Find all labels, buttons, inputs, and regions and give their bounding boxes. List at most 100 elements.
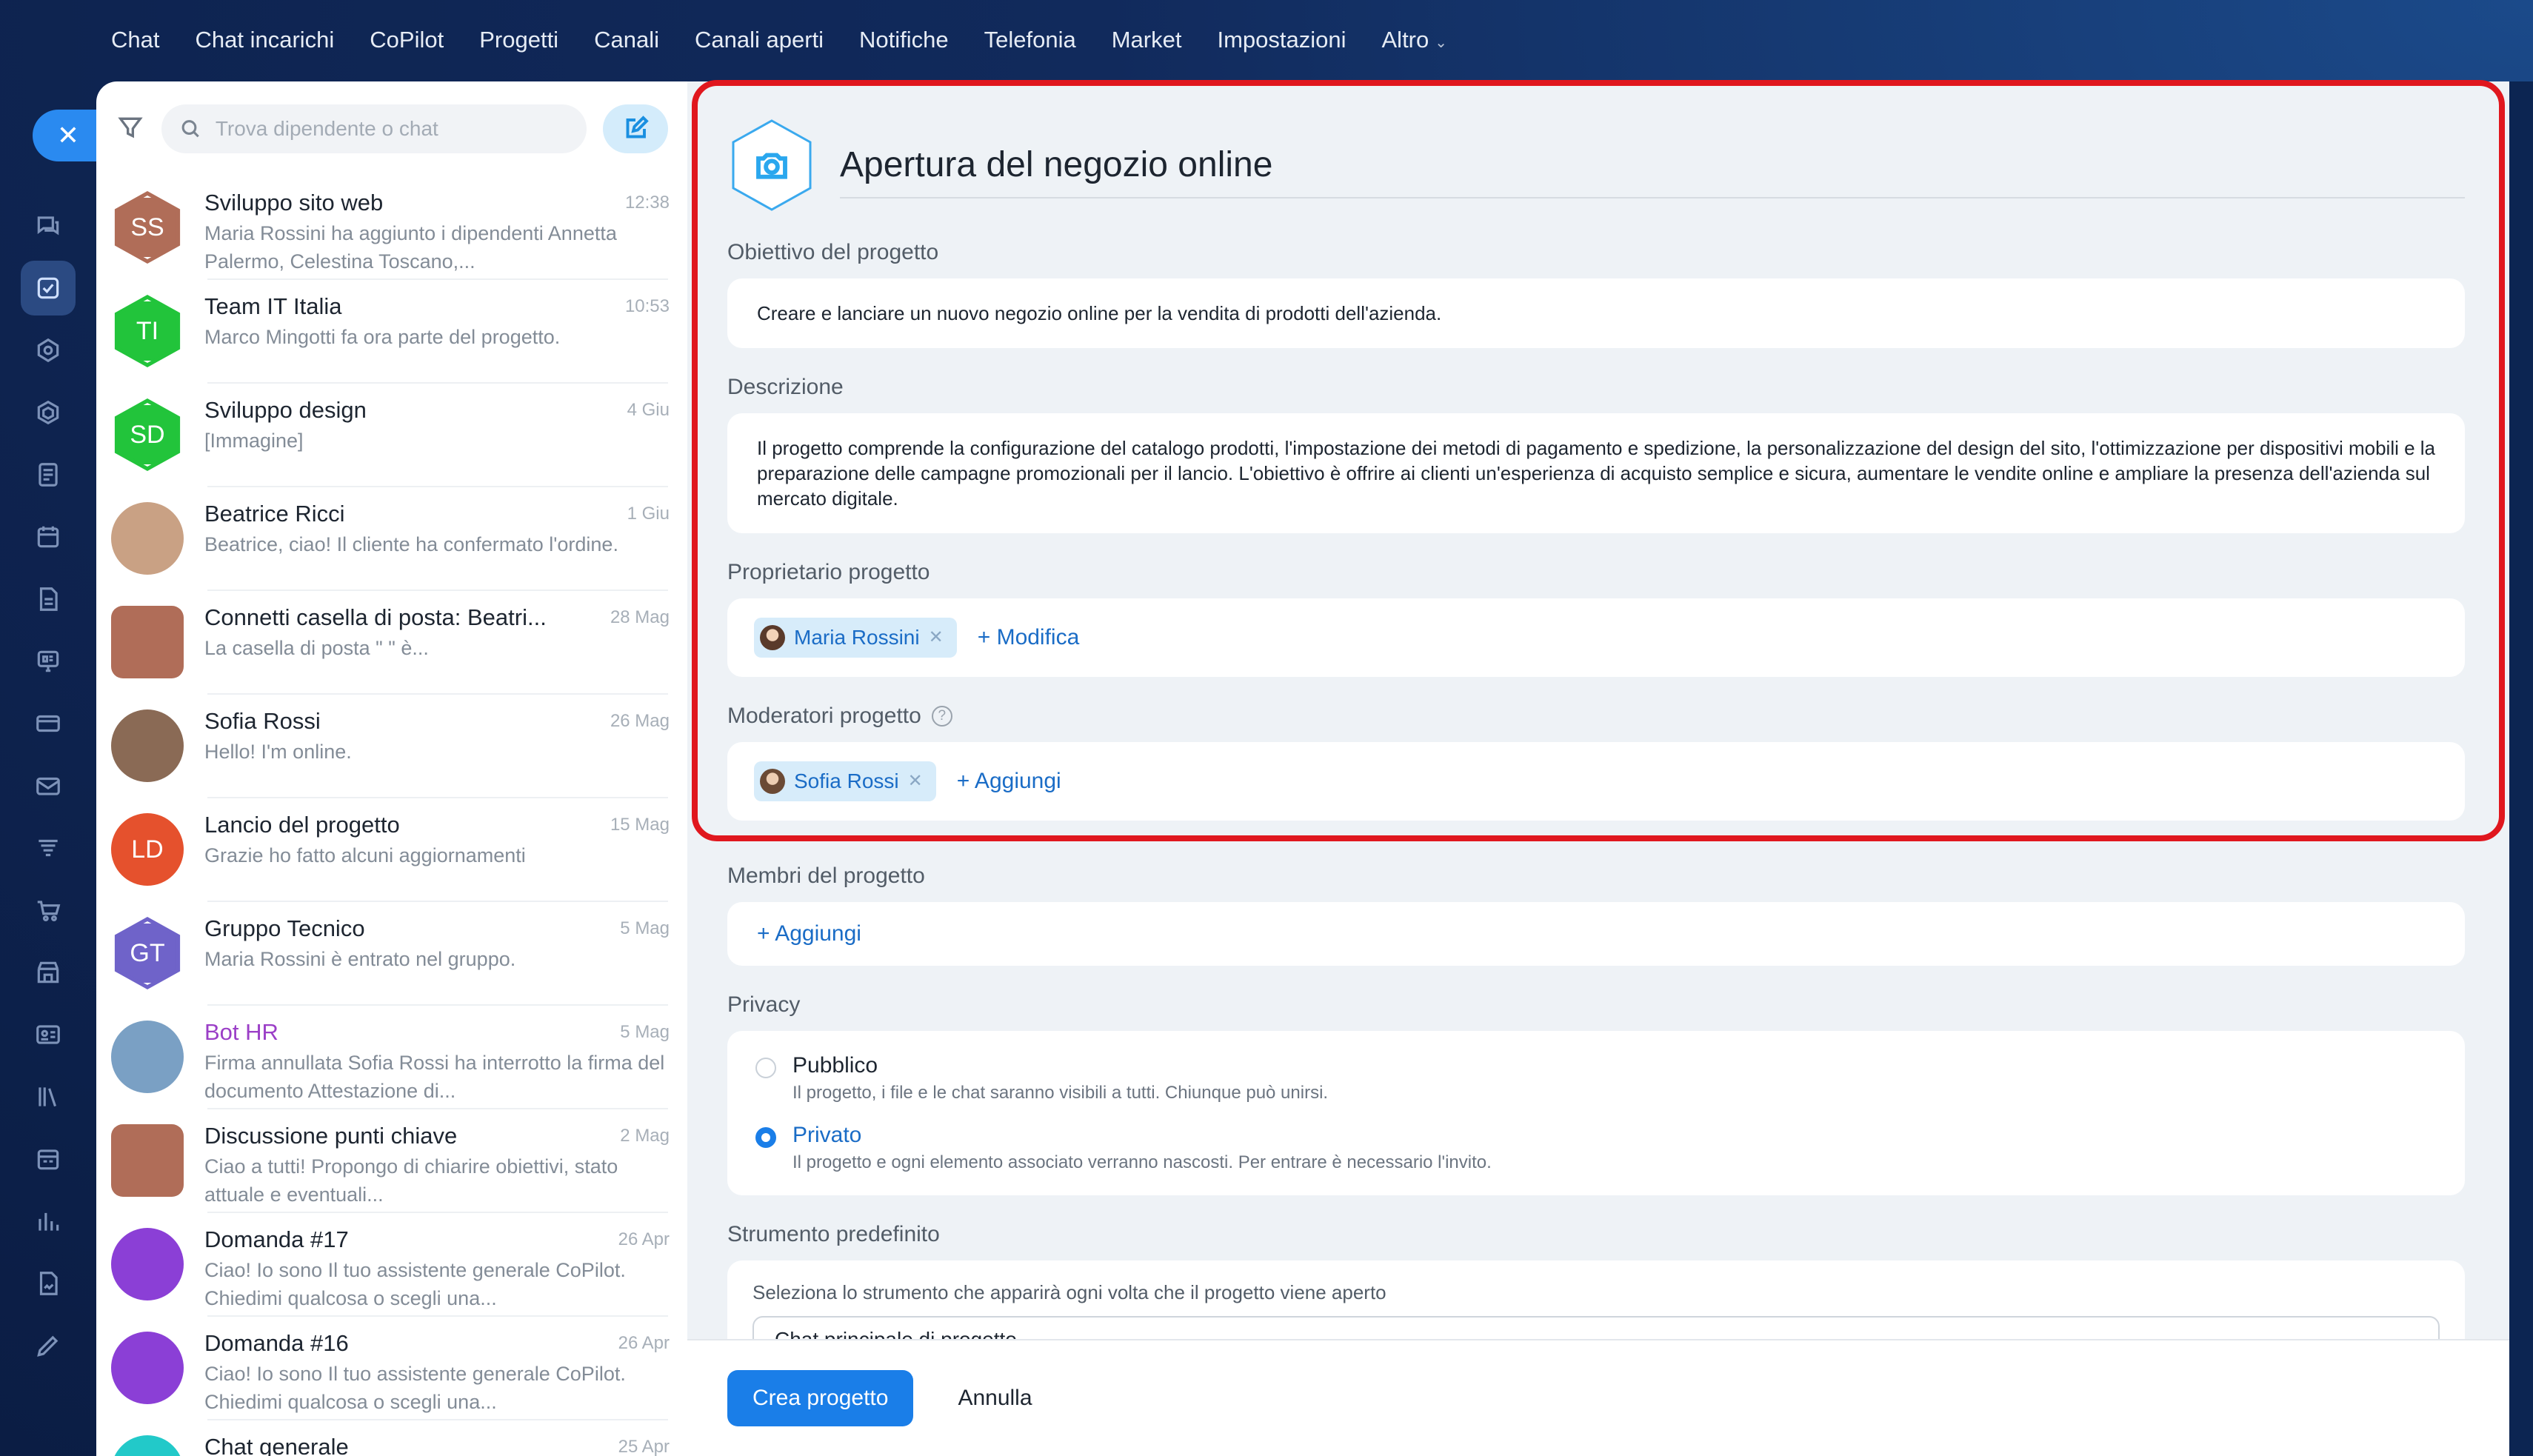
chat-timestamp: 25 Apr	[618, 1437, 670, 1456]
radio-private[interactable]	[755, 1127, 776, 1148]
avatar	[111, 1124, 184, 1197]
privacy-option-private[interactable]: Privato Il progetto e ogni elemento asso…	[755, 1123, 2437, 1173]
cart-icon[interactable]	[21, 883, 76, 938]
contacts-icon[interactable]	[21, 1007, 76, 1062]
privacy-option-public[interactable]: Pubblico Il progetto, i file e le chat s…	[755, 1053, 2437, 1103]
privacy-label: Privacy	[727, 992, 801, 1017]
chat-list-item[interactable]: Sofia Rossi 26 Mag Hello! I'm online.	[96, 695, 687, 798]
project-avatar-upload[interactable]	[727, 118, 816, 213]
chat-list-item[interactable]: TI Team IT Italia 10:53 Marco Mingotti fa o…	[96, 280, 687, 384]
search-box[interactable]	[161, 104, 587, 153]
chat-timestamp: 26 Apr	[618, 1229, 670, 1249]
avatar: TI	[114, 295, 181, 367]
chat-toolbar	[96, 81, 687, 176]
chat-item-body: Sviluppo sito web 12:38 Maria Rossini ha a…	[204, 187, 677, 275]
store-icon[interactable]	[21, 945, 76, 1000]
chat-item-header: Team IT Italia 10:53	[204, 290, 677, 323]
tool-select[interactable]: Chat principale di progetto	[752, 1316, 2440, 1340]
tasks-icon[interactable]	[21, 261, 76, 315]
avatar	[760, 769, 785, 794]
chat-list-item[interactable]: Bot HR 5 Mag Firma annullata Sofia Rossi h…	[96, 1006, 687, 1109]
nav-item-chat-incarichi[interactable]: Chat incarichi	[195, 27, 334, 53]
nav-item-copilot[interactable]: CoPilot	[370, 27, 444, 53]
chat-item-header: Domanda #16 26 Apr	[204, 1327, 677, 1360]
moderator-chip[interactable]: Sofia Rossi ✕	[754, 761, 936, 801]
radio-public[interactable]	[755, 1058, 776, 1078]
chat-item-header: Sofia Rossi 26 Mag	[204, 705, 677, 738]
chat-item-body: Chat generale 25 Apr	[204, 1431, 677, 1456]
avatar	[111, 606, 184, 678]
privacy-options: Pubblico Il progetto, i file e le chat s…	[727, 1031, 2465, 1195]
projects-icon[interactable]	[21, 385, 76, 440]
description-field[interactable]: Il progetto comprende la configurazione …	[727, 413, 2465, 533]
edit-icon[interactable]	[21, 1318, 76, 1373]
nav-item-progetti[interactable]: Progetti	[479, 27, 558, 53]
chat-panel: SS Sviluppo sito web 12:38 Maria Rossini ha…	[96, 81, 687, 1456]
remove-icon[interactable]: ✕	[908, 769, 923, 794]
chat-preview: Beatrice, ciao! Il cliente ha confermato…	[204, 533, 618, 555]
nav-item-canali-aperti[interactable]: Canali aperti	[695, 27, 824, 53]
chat-list-item[interactable]: LD Lancio del progetto 15 Mag Grazie ho fat…	[96, 798, 687, 902]
chat-list-item[interactable]: Chat generale 25 Apr	[96, 1420, 687, 1456]
mail-icon[interactable]	[21, 758, 76, 813]
change-owner-link[interactable]: + Modifica	[978, 625, 1080, 650]
chat-list-item[interactable]: Discussione punti chiave 2 Mag Ciao a tutt…	[96, 1109, 687, 1213]
file-icon[interactable]	[21, 572, 76, 627]
chat-item-header: Bot HR 5 Mag	[204, 1016, 677, 1049]
search-input[interactable]	[215, 117, 569, 141]
chat-list-item[interactable]: SD Sviluppo design 4 Giu [Immagine]	[96, 384, 687, 487]
chat-list-item[interactable]: Beatrice Ricci 1 Giu Beatrice, ciao! Il cl…	[96, 487, 687, 591]
add-member-link[interactable]: + Aggiungi	[757, 921, 861, 946]
tool-hint: Seleziona lo strumento che apparirà ogni…	[752, 1281, 1386, 1303]
privacy-option-title: Pubblico	[792, 1053, 878, 1078]
chat-list-item[interactable]: Domanda #17 26 Apr Ciao! Io sono Il tuo as…	[96, 1213, 687, 1317]
chat-timestamp: 28 Mag	[610, 607, 670, 627]
close-icon[interactable]: ✕	[33, 110, 104, 161]
new-chat-button[interactable]	[603, 104, 668, 153]
remove-icon[interactable]: ✕	[929, 625, 944, 650]
chat-timestamp: 5 Mag	[620, 918, 670, 938]
filter-icon[interactable]	[116, 113, 145, 146]
help-icon[interactable]: ?	[931, 706, 952, 727]
nav-item-notifiche[interactable]: Notifiche	[859, 27, 949, 53]
owner-chip[interactable]: Maria Rossini ✕	[754, 618, 957, 658]
objective-label: Obiettivo del progetto	[727, 240, 939, 264]
library-icon[interactable]	[21, 1069, 76, 1124]
avatar	[111, 502, 184, 575]
board-icon[interactable]	[21, 634, 76, 689]
avatar	[111, 1332, 184, 1404]
chat-timestamp: 12:38	[624, 193, 670, 213]
chat-item-header: Lancio del progetto 15 Mag	[204, 809, 677, 841]
chat-list-item[interactable]: Domanda #16 26 Apr Ciao! Io sono Il tuo as…	[96, 1317, 687, 1420]
create-project-button[interactable]: Crea progetto	[727, 1370, 914, 1426]
moderators-field: Sofia Rossi ✕ + Aggiungi	[727, 742, 2465, 821]
copilot-icon[interactable]	[21, 323, 76, 378]
chat-list-item[interactable]: GT Gruppo Tecnico 5 Mag Maria Rossini è ent…	[96, 902, 687, 1006]
chat-item-header: Sviluppo sito web 12:38	[204, 187, 677, 219]
chat-list-item[interactable]: Connetti casella di posta: Beatri... 28 M…	[96, 591, 687, 695]
chat-timestamp: 26 Mag	[610, 711, 670, 731]
nav-item-impostazioni[interactable]: Impostazioni	[1217, 27, 1346, 53]
schedule-icon[interactable]	[21, 1132, 76, 1186]
nav-item-market[interactable]: Market	[1112, 27, 1182, 53]
objective-field[interactable]: Creare e lanciare un nuovo negozio onlin…	[727, 278, 2465, 348]
nav-item-telefonia[interactable]: Telefonia	[984, 27, 1076, 53]
chat-title: Sviluppo sito web	[204, 190, 384, 216]
nav-item-canali[interactable]: Canali	[594, 27, 659, 53]
sign-icon[interactable]	[21, 1256, 76, 1311]
add-moderator-link[interactable]: + Aggiungi	[957, 769, 1061, 794]
documents-icon[interactable]	[21, 447, 76, 502]
project-title-field[interactable]: Apertura del negozio online	[840, 132, 2465, 198]
chat-item-header: Sviluppo design 4 Giu	[204, 394, 677, 427]
messenger-icon[interactable]	[21, 198, 76, 253]
funnel-icon[interactable]	[21, 821, 76, 875]
calendar-icon[interactable]	[21, 510, 76, 564]
card-icon[interactable]	[21, 696, 76, 751]
chat-list-item[interactable]: SS Sviluppo sito web 12:38 Maria Rossini ha…	[96, 176, 687, 280]
cancel-button[interactable]: Annulla	[958, 1386, 1032, 1411]
analytics-icon[interactable]	[21, 1194, 76, 1249]
nav-item-chat[interactable]: Chat	[111, 27, 159, 53]
chat-item-body: Team IT Italia 10:53 Marco Mingotti fa ora…	[204, 290, 677, 351]
chat-item-header: Gruppo Tecnico 5 Mag	[204, 912, 677, 945]
nav-item-altro[interactable]: Altro ⌄	[1382, 27, 1448, 53]
